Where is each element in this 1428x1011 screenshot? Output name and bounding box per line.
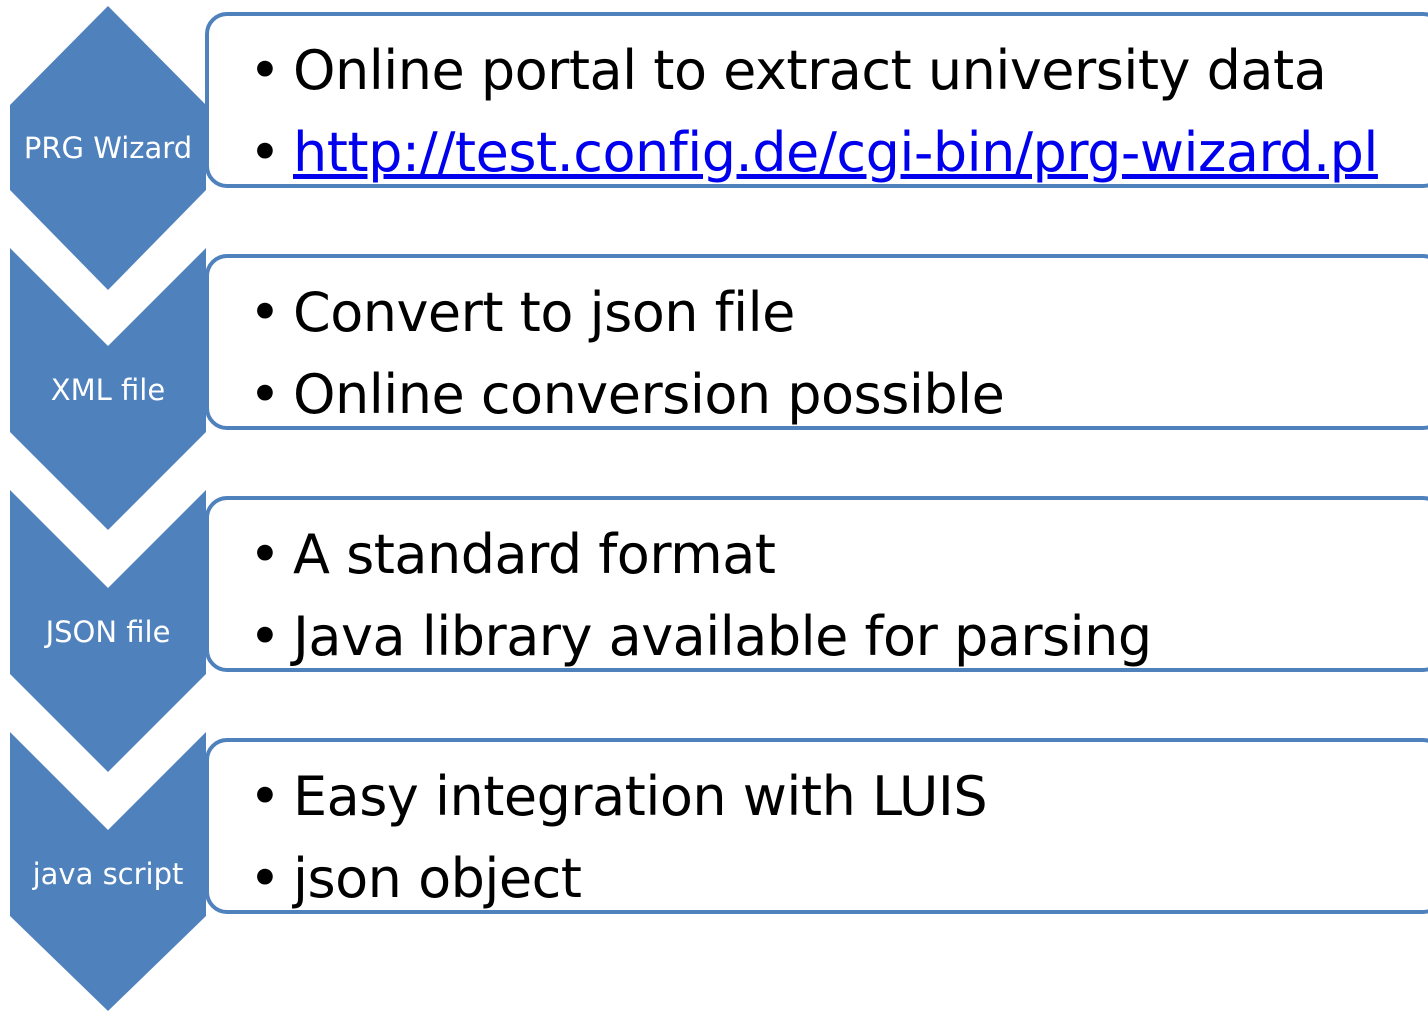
bullet-item: • A standard format xyxy=(249,514,1152,596)
bullet-list-4: • Easy integration with LUIS • json object xyxy=(249,756,988,920)
bullet-text: json object xyxy=(293,847,582,910)
bullet-glyph: • xyxy=(249,605,281,668)
step-label-3: JSON file xyxy=(45,615,171,649)
bullet-item: • Easy integration with LUIS xyxy=(249,756,988,838)
bullet-glyph: • xyxy=(249,121,281,184)
bullet-item: • json object xyxy=(249,838,987,920)
step-label-4: java script xyxy=(32,857,184,891)
bullet-glyph: • xyxy=(249,765,281,828)
step-label-2: XML file xyxy=(50,373,166,407)
step-label-1: PRG Wizard xyxy=(23,131,193,165)
bullet-text: Online conversion possible xyxy=(293,363,1005,426)
bullet-text: Java library available for parsing xyxy=(293,605,1152,668)
bullet-text: A standard format xyxy=(293,523,776,586)
bullet-item: • Online portal to extract university dat… xyxy=(249,30,1378,112)
bullet-text: Online portal to extract university data xyxy=(293,39,1327,102)
bullet-list-3: • A standard format • Java library availab… xyxy=(249,514,1152,678)
step-box-4: • Easy integration with LUIS • json object xyxy=(205,738,1428,914)
bullet-text: Easy integration with LUIS xyxy=(293,765,988,828)
prg-wizard-link[interactable]: http://test.config.de/cgi-bin/prg-wizard… xyxy=(293,121,1378,184)
bullet-glyph: • xyxy=(249,523,281,586)
bullet-glyph: • xyxy=(249,363,281,426)
bullet-list-2: • Convert to json file • Online conversion… xyxy=(249,272,1005,436)
bullet-item: • Convert to json file xyxy=(249,272,1004,354)
bullet-text: Convert to json file xyxy=(293,281,795,344)
bullet-glyph: • xyxy=(249,39,281,102)
bullet-item: • Java library available for parsing xyxy=(249,596,1152,678)
step-box-3: • A standard format • Java library availab… xyxy=(205,496,1428,672)
bullet-glyph: • xyxy=(249,847,281,910)
bullet-item: • Online conversion possible xyxy=(249,354,1005,436)
bullet-list-1: • Online portal to extract university dat… xyxy=(249,30,1378,194)
step-box-2: • Convert to json file • Online conversion… xyxy=(205,254,1428,430)
bullet-item: • http://test.config.de/cgi-bin/prg-wizar… xyxy=(249,112,1378,194)
step-box-1: • Online portal to extract university dat… xyxy=(205,12,1428,188)
bullet-glyph: • xyxy=(249,281,281,344)
